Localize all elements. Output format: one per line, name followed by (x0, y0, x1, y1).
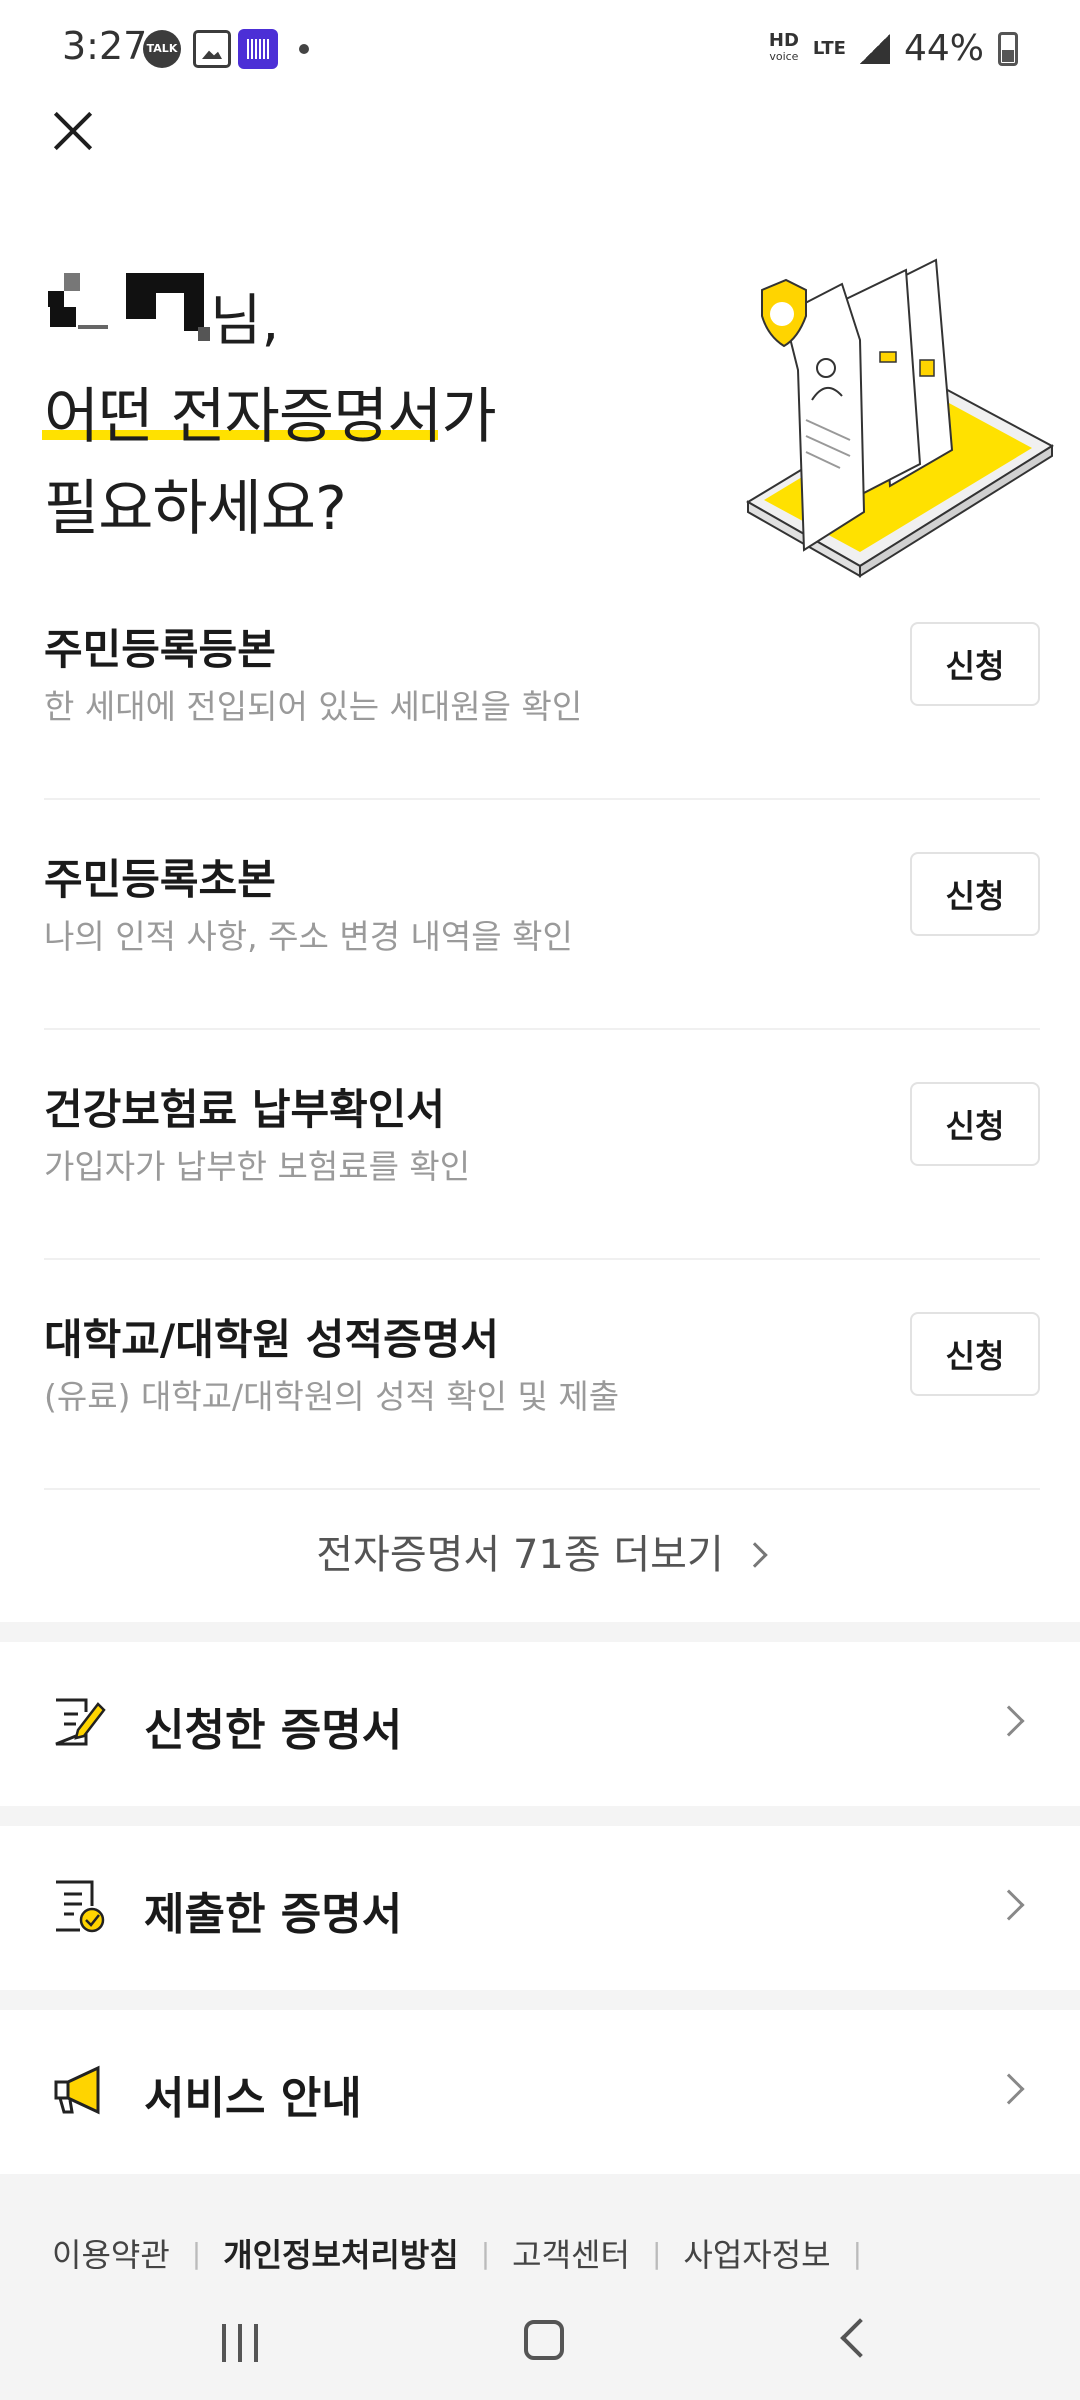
chevron-right-icon (993, 2073, 1025, 2105)
section-divider (0, 1806, 1080, 1826)
footer-link-customer-center[interactable]: 고객센터 (512, 2230, 630, 2276)
recent-apps-button[interactable] (222, 2324, 262, 2362)
hd-label: HD (768, 29, 799, 51)
more-notifications-dot-icon (299, 44, 309, 54)
document-title: 주민등록등본 (44, 625, 276, 674)
page-title-line1: 어떤 전자증명서가 (44, 382, 497, 452)
document-title: 건강보험료 납부확인서 (44, 1085, 446, 1134)
menu-label: 제출한 증명서 (144, 1889, 403, 1940)
voice-label: voice (769, 49, 799, 63)
document-description: 나의 인적 사항, 주소 변경 내역을 확인 (44, 917, 573, 956)
apply-button[interactable]: 신청 (910, 1312, 1040, 1396)
chevron-right-icon (742, 1542, 768, 1568)
status-bar: 3:27 TALK HD voice LTE 44% (0, 0, 1080, 100)
page-title-line2: 필요하세요? (44, 474, 347, 544)
document-description: (유료) 대학교/대학원의 성적 확인 및 제출 (44, 1377, 620, 1416)
menu-service-guide[interactable]: 서비스 안내 (0, 2010, 1080, 2174)
status-time: 3:27 (62, 24, 148, 68)
certificate-phone-illustration (746, 258, 1054, 578)
list-item: 건강보험료 납부확인서 가입자가 납부한 보험료를 확인 신청 (44, 1030, 1040, 1260)
footer-links: 이용약관 | 개인정보처리방침 | 고객센터 | 사업자정보 | (52, 2230, 884, 2276)
battery-percent: 44% (903, 28, 984, 69)
user-name-masked (48, 273, 214, 343)
document-description: 가입자가 납부한 보험료를 확인 (44, 1147, 471, 1186)
footer-separator: | (852, 2236, 863, 2270)
more-certificates-label: 전자증명서 71종 더보기 (316, 1532, 724, 1578)
battery-icon (998, 31, 1018, 66)
menu-applied-certificates[interactable]: 신청한 증명서 (0, 1642, 1080, 1806)
megaphone-icon (54, 2065, 100, 2115)
footer-separator: | (651, 2236, 662, 2270)
footer-link-privacy[interactable]: 개인정보처리방침 (223, 2230, 459, 2276)
more-certificates-link[interactable]: 전자증명서 71종 더보기 (0, 1500, 1080, 1610)
lte-icon: LTE (812, 37, 846, 59)
hd-voice-icon: HD voice (768, 29, 799, 65)
chevron-right-icon (993, 1705, 1025, 1737)
menu-label: 서비스 안내 (144, 2073, 362, 2124)
footer-link-business-info[interactable]: 사업자정보 (683, 2230, 830, 2276)
apply-button[interactable]: 신청 (910, 852, 1040, 936)
close-button[interactable] (42, 100, 104, 162)
document-title: 대학교/대학원 성적증명서 (44, 1315, 500, 1364)
system-navigation-bar (0, 2290, 1080, 2400)
footer-separator: | (191, 2236, 202, 2270)
apply-button[interactable]: 신청 (910, 622, 1040, 706)
section-divider (0, 1990, 1080, 2010)
menu-label: 신청한 증명서 (144, 1705, 403, 1756)
kakaotalk-notification-icon: TALK (143, 30, 181, 68)
footer-separator: | (480, 2236, 491, 2270)
checked-document-icon (56, 1880, 105, 1933)
chevron-right-icon (993, 1889, 1025, 1921)
list-item: 주민등록초본 나의 인적 사항, 주소 변경 내역을 확인 신청 (44, 800, 1040, 1030)
status-indicators: HD voice LTE 44% (769, 28, 1018, 69)
signal-icon (859, 33, 890, 64)
list-item: 주민등록등본 한 세대에 전입되어 있는 세대원을 확인 신청 (44, 570, 1040, 800)
footer-link-terms[interactable]: 이용약관 (52, 2230, 170, 2276)
greeting-suffix: 님, (210, 289, 280, 354)
list-item: 대학교/대학원 성적증명서 (유료) 대학교/대학원의 성적 확인 및 제출 신… (44, 1260, 1040, 1490)
back-button[interactable] (840, 2318, 880, 2358)
menu-submitted-certificates[interactable]: 제출한 증명서 (0, 1826, 1080, 1990)
section-divider (0, 1622, 1080, 1642)
barcode-app-notification-icon (238, 29, 278, 69)
edit-document-icon (55, 1698, 106, 1746)
gallery-notification-icon (193, 30, 231, 68)
home-button[interactable] (524, 2320, 564, 2360)
apply-button[interactable]: 신청 (910, 1082, 1040, 1166)
document-title: 주민등록초본 (44, 855, 276, 904)
document-description: 한 세대에 전입되어 있는 세대원을 확인 (44, 687, 583, 726)
